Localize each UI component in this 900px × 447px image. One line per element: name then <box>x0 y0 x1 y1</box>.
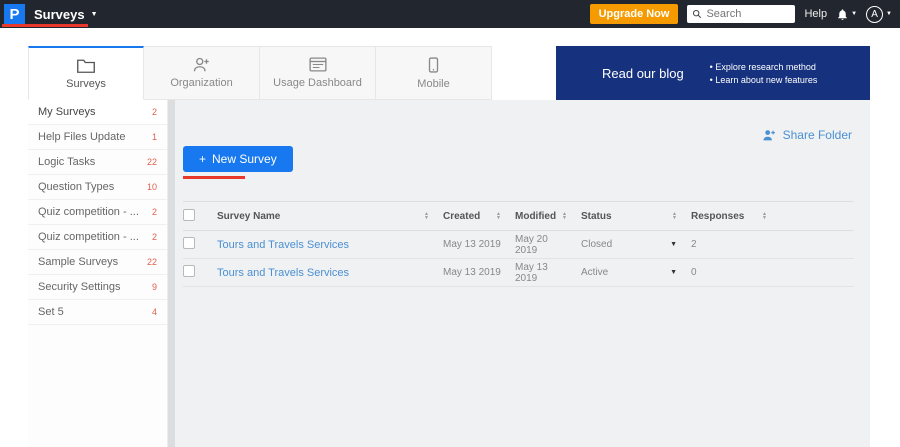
responses-cell: 0 <box>691 259 781 287</box>
count-badge: 10 <box>147 182 157 192</box>
table-row: Tours and Travels Services May 13 2019 M… <box>183 259 854 287</box>
folder-icon <box>77 58 95 73</box>
share-folder-button[interactable]: Share Folder <box>762 128 852 142</box>
help-link[interactable]: Help <box>804 8 827 20</box>
chevron-down-icon: ▼ <box>886 11 892 17</box>
status-dropdown[interactable]: Closed▼ <box>581 231 691 259</box>
created-cell: May 13 2019 <box>443 259 515 287</box>
search-input[interactable] <box>706 8 786 20</box>
count-badge: 9 <box>152 282 157 292</box>
plus-icon: + <box>199 152 206 166</box>
count-badge: 22 <box>147 157 157 167</box>
organization-icon <box>193 57 211 72</box>
modified-cell: May 13 2019 <box>515 259 581 287</box>
sidebar-folder-item[interactable]: Logic Tasks 22 <box>28 150 167 175</box>
surveys-table: Survey Name▲▼ Created▲▼ Modified▲▼ Statu… <box>183 201 854 287</box>
count-badge: 2 <box>152 107 157 117</box>
sidebar-folder-item[interactable]: Sample Surveys 22 <box>28 250 167 275</box>
topbar-actions: Upgrade Now Help ▼ A ▼ <box>590 4 892 24</box>
count-badge: 2 <box>152 232 157 242</box>
account-menu[interactable]: A ▼ <box>866 6 892 23</box>
status-dropdown[interactable]: Active▼ <box>581 259 691 287</box>
folders-sidebar: My Surveys 2 Help Files Update 1 Logic T… <box>28 100 168 447</box>
tab-surveys[interactable]: Surveys <box>28 46 144 100</box>
tab-organization[interactable]: Organization <box>144 46 260 100</box>
row-checkbox[interactable] <box>183 265 195 277</box>
mobile-icon <box>428 57 439 73</box>
row-checkbox[interactable] <box>183 237 195 249</box>
sidebar-folder-item[interactable]: Security Settings 9 <box>28 275 167 300</box>
sidebar-folder-item[interactable]: My Surveys 2 <box>28 100 167 125</box>
new-survey-button[interactable]: +New Survey <box>183 146 293 172</box>
dashboard-icon <box>309 57 327 72</box>
upgrade-now-button[interactable]: Upgrade Now <box>590 4 679 24</box>
select-all-checkbox[interactable] <box>183 209 195 221</box>
sidebar-folder-item[interactable]: Question Types 10 <box>28 175 167 200</box>
count-badge: 4 <box>152 307 157 317</box>
responses-cell: 2 <box>691 231 781 259</box>
sort-icon[interactable]: ▲▼ <box>424 212 429 220</box>
main-area: My Surveys 2 Help Files Update 1 Logic T… <box>28 100 870 447</box>
sidebar-folder-item[interactable]: Quiz competition - ... 2 <box>28 225 167 250</box>
blog-bullets: Explore research method Learn about new … <box>710 59 818 88</box>
count-badge: 22 <box>147 257 157 267</box>
nav-tabs-row: Surveys Organization Usage Dashboard Mob… <box>28 46 870 100</box>
survey-name-link[interactable]: Tours and Travels Services <box>217 267 349 279</box>
sort-icon[interactable]: ▲▼ <box>762 212 767 220</box>
created-cell: May 13 2019 <box>443 231 515 259</box>
sidebar-scrollbar[interactable] <box>168 100 175 447</box>
topbar: P Surveys ▼ Upgrade Now Help ▼ A ▼ <box>0 0 900 28</box>
bell-icon <box>836 8 849 21</box>
notifications-button[interactable]: ▼ <box>836 8 857 21</box>
tab-usage-dashboard[interactable]: Usage Dashboard <box>260 46 376 100</box>
content-panel: Share Folder +New Survey Survey Name▲▼ C… <box>175 100 870 447</box>
sort-icon[interactable]: ▲▼ <box>672 212 677 220</box>
app-logo[interactable]: P <box>4 4 25 25</box>
sort-icon[interactable]: ▲▼ <box>562 212 567 220</box>
table-row: Tours and Travels Services May 13 2019 M… <box>183 231 854 259</box>
app-title: Surveys <box>34 7 85 22</box>
sort-icon[interactable]: ▲▼ <box>496 212 501 220</box>
annotation-underline <box>2 24 88 27</box>
search-box[interactable] <box>687 5 795 23</box>
tab-mobile[interactable]: Mobile <box>376 46 492 100</box>
survey-name-link[interactable]: Tours and Travels Services <box>217 239 349 251</box>
annotation-underline <box>183 176 245 179</box>
count-badge: 2 <box>152 207 157 217</box>
blog-bullet: Learn about new features <box>710 75 818 85</box>
table-header-row: Survey Name▲▼ Created▲▼ Modified▲▼ Statu… <box>183 202 854 231</box>
share-folder-icon <box>762 129 777 141</box>
blog-panel[interactable]: Read our blog Explore research method Le… <box>556 46 870 100</box>
count-badge: 1 <box>152 132 157 142</box>
chevron-down-icon: ▼ <box>670 269 677 276</box>
sidebar-folder-item[interactable]: Quiz competition - ... 2 <box>28 200 167 225</box>
sidebar-folder-item[interactable]: Set 5 4 <box>28 300 167 325</box>
chevron-down-icon: ▼ <box>851 11 857 17</box>
sidebar-folder-item[interactable]: Help Files Update 1 <box>28 125 167 150</box>
modified-cell: May 20 2019 <box>515 231 581 259</box>
chevron-down-icon[interactable]: ▼ <box>91 11 98 18</box>
chevron-down-icon: ▼ <box>670 241 677 248</box>
search-icon <box>692 9 702 19</box>
blog-bullet: Explore research method <box>710 62 818 72</box>
blog-title: Read our blog <box>602 66 684 81</box>
avatar: A <box>866 6 883 23</box>
